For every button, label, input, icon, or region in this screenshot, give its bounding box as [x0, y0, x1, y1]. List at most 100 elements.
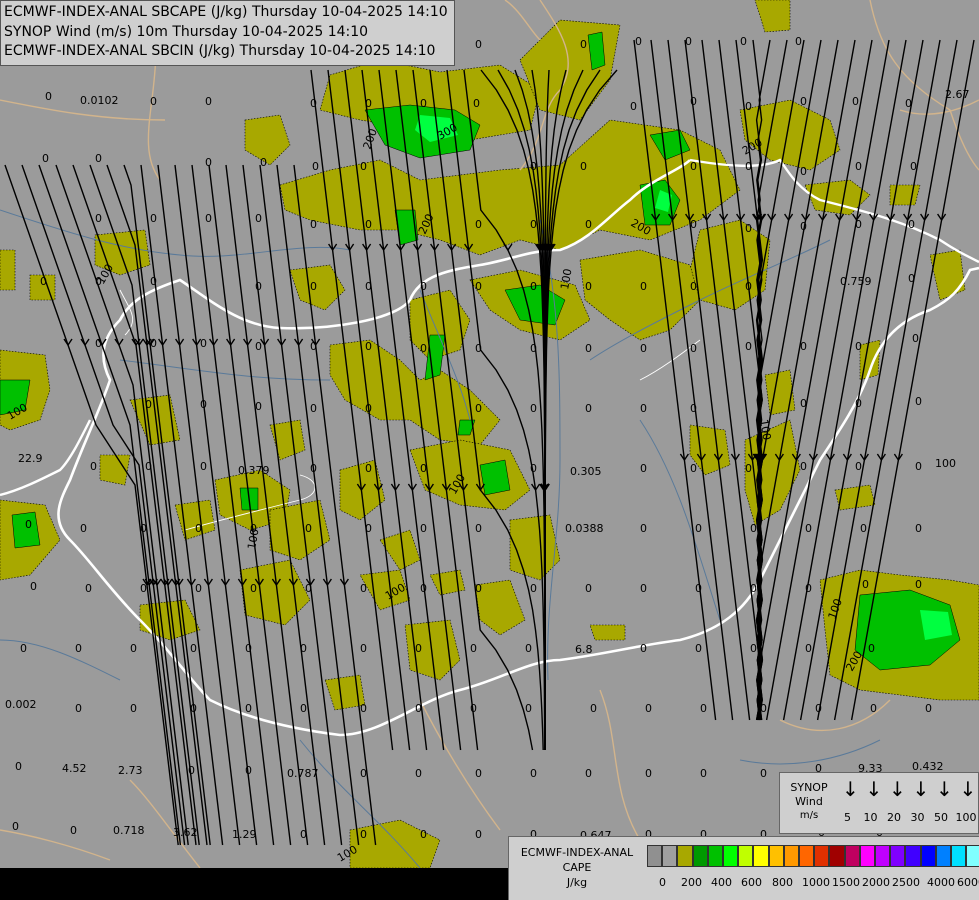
cin-value: 0: [45, 90, 52, 103]
cin-value: 0: [130, 642, 137, 655]
cin-value: 0: [145, 398, 152, 411]
cin-value: 0: [360, 582, 367, 595]
cin-value: 0: [868, 642, 875, 655]
cin-value: 0: [200, 337, 207, 350]
cin-value: 0: [150, 275, 157, 288]
cin-value: 0: [360, 767, 367, 780]
wind-legend-arrow-icon: ↓: [936, 777, 953, 801]
cin-value: 0: [300, 642, 307, 655]
cin-value: 0: [420, 97, 427, 110]
cin-value: 0: [250, 582, 257, 595]
cin-value: 0: [855, 397, 862, 410]
streamline: [667, 39, 751, 721]
cin-value: 0: [85, 582, 92, 595]
cape-legend-swatch: [951, 845, 967, 867]
cape-legend-swatch: [768, 845, 784, 867]
cin-value: 0: [915, 578, 922, 591]
cape-legend-title-1: ECMWF-INDEX-ANAL: [520, 846, 634, 859]
cape-legend-swatch: [966, 845, 979, 867]
cin-value: 0.759: [840, 275, 872, 288]
cin-value: 0: [475, 767, 482, 780]
map-header: ECMWF-INDEX-ANAL SBCAPE (J/kg) Thursday …: [0, 0, 455, 66]
cin-value: 0: [800, 165, 807, 178]
cin-value: 0: [190, 642, 197, 655]
cin-value: 0: [585, 218, 592, 231]
cin-value: 0: [640, 342, 647, 355]
cape-legend-label: 200: [681, 876, 702, 889]
cin-value: 0: [700, 767, 707, 780]
cin-value: 0: [700, 702, 707, 715]
cin-value: 0: [150, 212, 157, 225]
cin-value: 0: [305, 582, 312, 595]
cape-legend-title-3: J/kg: [566, 876, 588, 889]
cin-value: 0: [585, 280, 592, 293]
cin-value: 0: [908, 272, 915, 285]
cape-legend-swatch: [935, 845, 951, 867]
cin-value: 0: [795, 35, 802, 48]
cin-value: 0: [360, 160, 367, 173]
wind-legend-title-1: SYNOP: [790, 781, 828, 794]
cin-value: 0: [750, 642, 757, 655]
cin-value: 0: [585, 767, 592, 780]
cin-value: 0: [690, 342, 697, 355]
cin-value: 0: [740, 35, 747, 48]
cin-value: 0: [640, 642, 647, 655]
cin-value: 0: [205, 95, 212, 108]
cin-value: 0: [525, 702, 532, 715]
cin-value: 0: [365, 97, 372, 110]
cape-legend-label: 0: [659, 876, 666, 889]
cin-value: 0: [365, 402, 372, 415]
cin-value: 0: [475, 342, 482, 355]
cin-value: 4.52: [62, 762, 87, 775]
cin-value: 0: [30, 580, 37, 593]
wind-legend-speed: 5: [844, 811, 851, 824]
cape-legend-swatch: [890, 845, 906, 867]
cin-value: 0: [915, 395, 922, 408]
cin-value: 0: [12, 820, 19, 833]
cin-value: 0: [685, 35, 692, 48]
cin-value: 0.379: [238, 464, 270, 477]
header-line-cin: ECMWF-INDEX-ANAL SBCIN (J/kg) Thursday 1…: [4, 43, 436, 59]
cin-value: 0: [855, 340, 862, 353]
cin-value: 0: [912, 332, 919, 345]
map-edge-mask: [0, 868, 510, 900]
cin-value: 0: [805, 642, 812, 655]
cin-value: 0: [145, 460, 152, 473]
cin-value: 0.305: [570, 465, 602, 478]
cin-value: 0: [805, 522, 812, 535]
cin-value: 0.0102: [80, 94, 119, 107]
cin-value: 0: [205, 156, 212, 169]
cin-value: 0.002: [5, 698, 37, 711]
cin-value: 0: [255, 340, 262, 353]
cin-value: 0: [905, 97, 912, 110]
streamline-arrowhead: [503, 243, 513, 252]
cin-value: 0: [915, 522, 922, 535]
wind-legend-speed: 20: [887, 811, 901, 824]
cape-legend-swatch: [905, 845, 921, 867]
wind-legend-title-2: Wind: [795, 795, 823, 808]
cin-value: 0: [800, 397, 807, 410]
cin-value: 0: [475, 582, 482, 595]
cin-value: 0: [590, 702, 597, 715]
cin-value: 0.787: [287, 767, 319, 780]
cape-legend-swatch: [647, 845, 663, 867]
cin-value: 0: [245, 764, 252, 777]
cin-value: 0: [475, 38, 482, 51]
cin-value: 0: [530, 160, 537, 173]
cin-value: 0: [300, 702, 307, 715]
cin-value: 0: [305, 522, 312, 535]
cin-value: 0: [855, 460, 862, 473]
cin-value: 22.9: [18, 452, 43, 465]
cin-value: 0: [530, 280, 537, 293]
cape-legend-swatch: [859, 845, 875, 867]
cin-value: 0: [70, 824, 77, 837]
cin-value: 0: [420, 280, 427, 293]
cin-value: 0: [470, 642, 477, 655]
cin-value: 0: [760, 767, 767, 780]
wind-legend-title: SYNOP Wind m/s: [784, 781, 834, 823]
cin-value: 0: [530, 582, 537, 595]
cin-value: 0: [75, 702, 82, 715]
cin-value: 0: [530, 342, 537, 355]
header-line-wind: SYNOP Wind (m/s) 10m Thursday 10-04-2025…: [4, 23, 369, 40]
cin-value: 0: [695, 582, 702, 595]
